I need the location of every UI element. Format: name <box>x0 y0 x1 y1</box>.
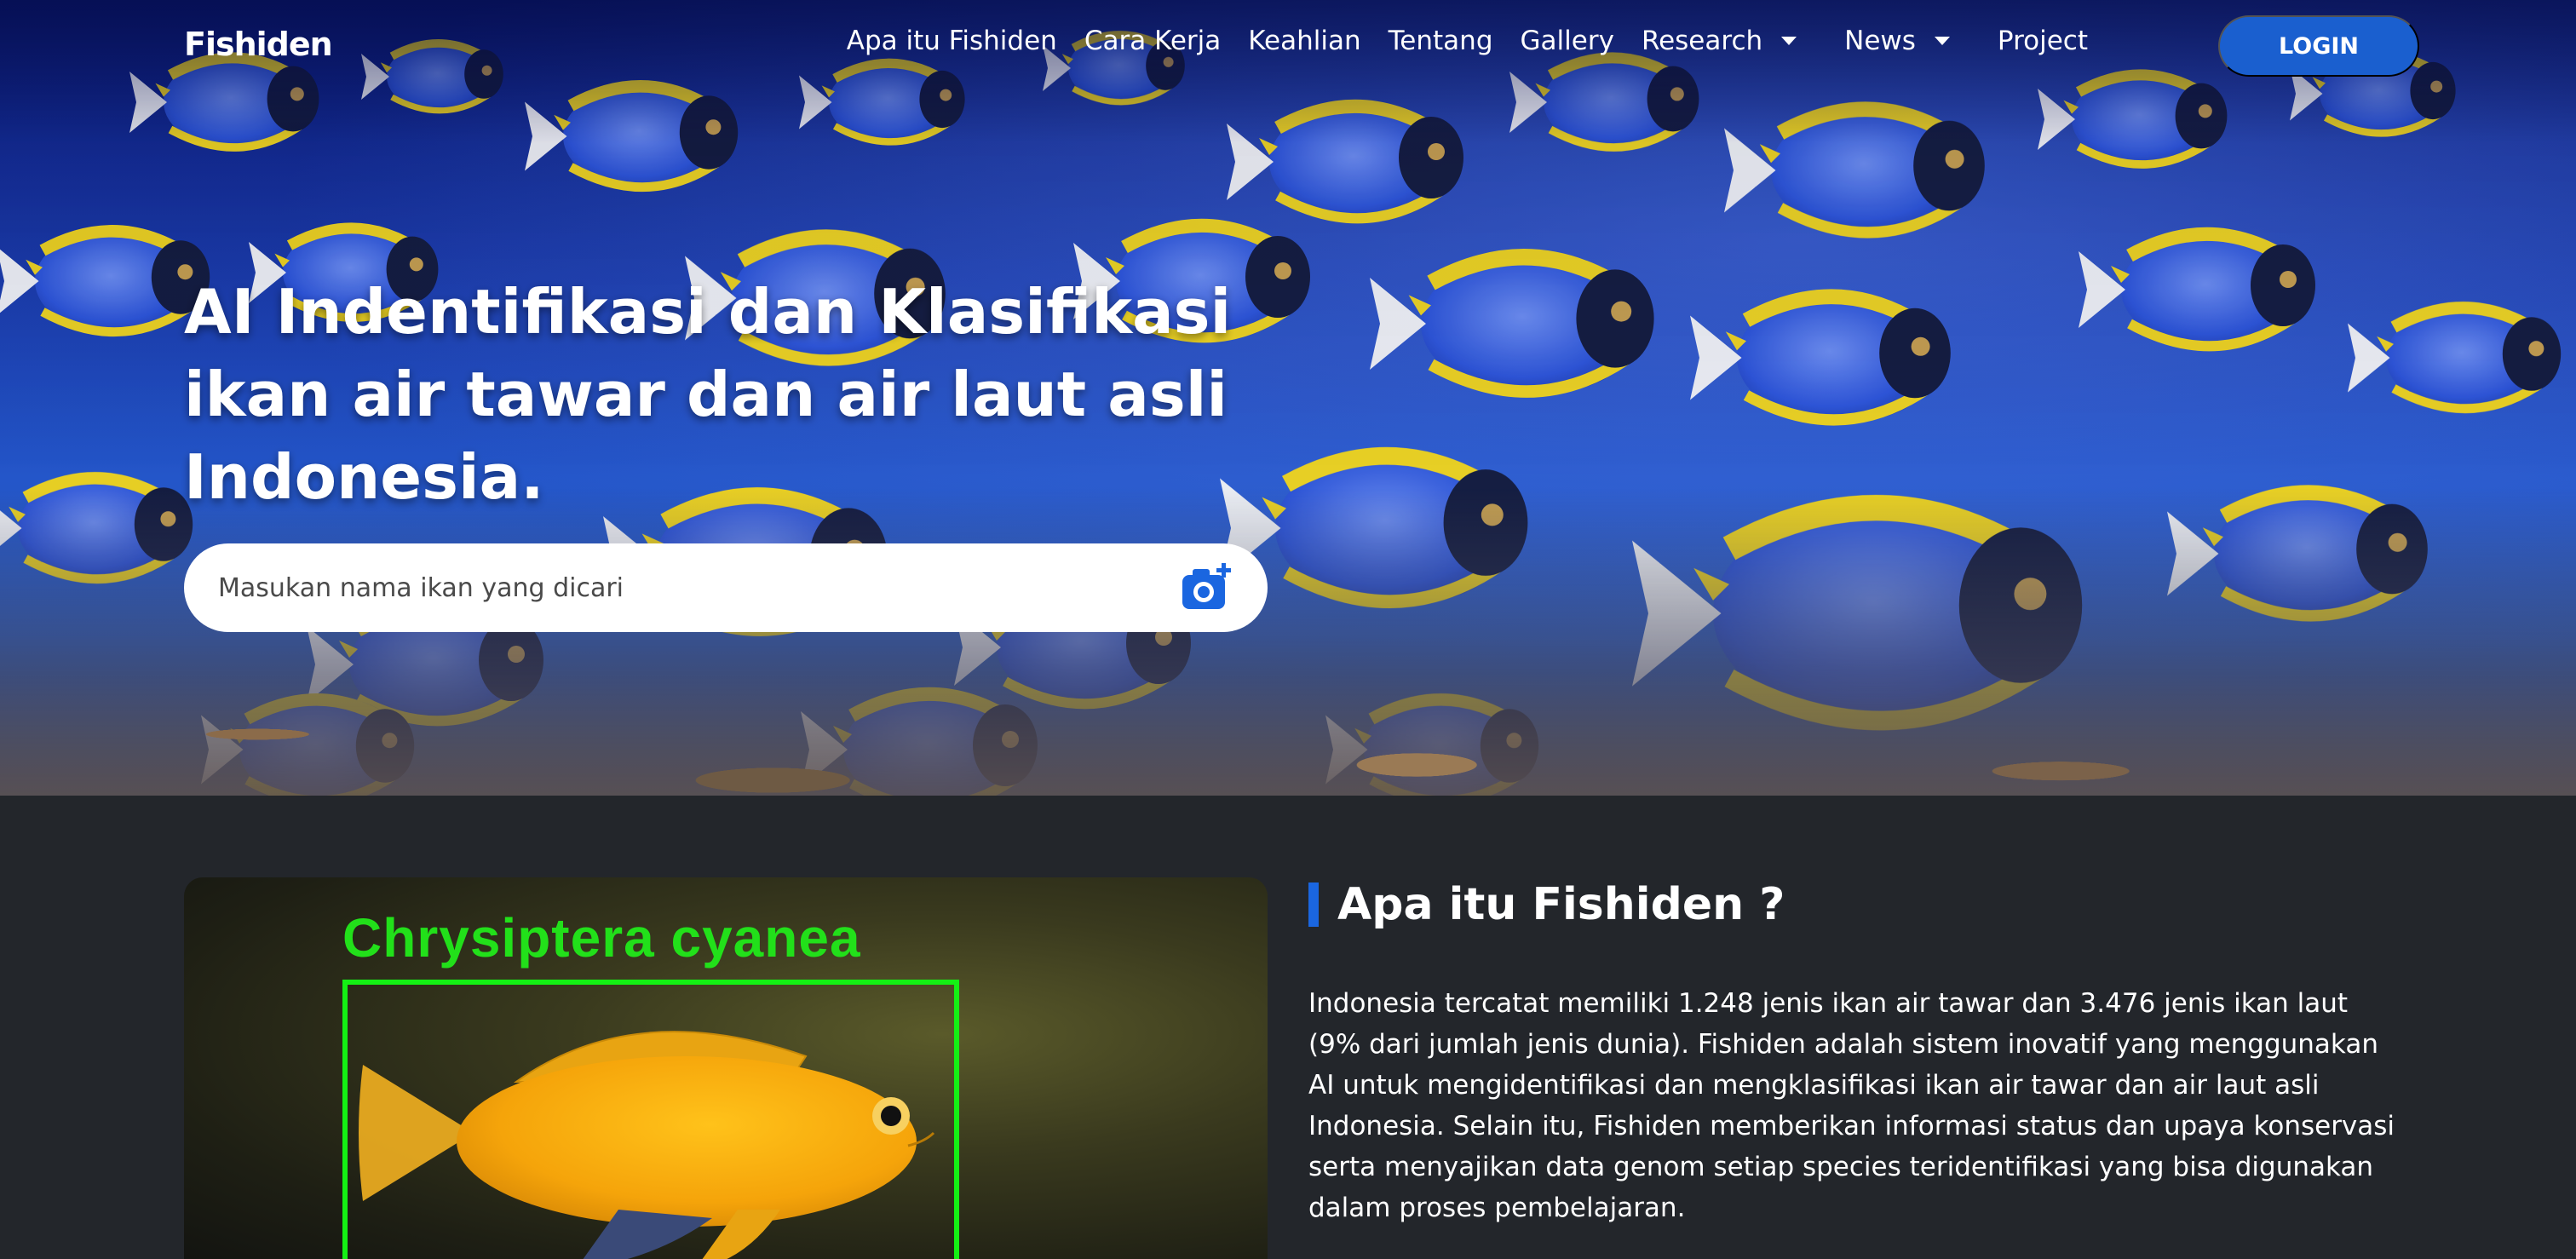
chevron-down-icon <box>1781 37 1797 45</box>
nav-link-tentang[interactable]: Tentang <box>1389 26 1493 56</box>
hero-section: Fishiden Apa itu Fishiden Cara Kerja Kea… <box>0 0 2576 796</box>
brand-logo[interactable]: Fishiden <box>184 26 333 63</box>
fish-detection-image: Chrysiptera cyanea <box>184 877 1268 1259</box>
nav-link-apa-itu-fishiden[interactable]: Apa itu Fishiden <box>847 26 1057 56</box>
nav-link-cara-kerja[interactable]: Cara Kerja <box>1084 26 1221 56</box>
about-section: Chrysiptera cyanea Apa itu Fishiden ? In… <box>0 796 2576 1259</box>
nav-dropdown-label: News <box>1844 26 1916 56</box>
top-navbar: Fishiden Apa itu Fishiden Cara Kerja Kea… <box>0 0 2576 92</box>
camera-add-icon[interactable] <box>1181 561 1233 614</box>
login-button[interactable]: LOGIN <box>2218 15 2419 77</box>
section-description: Indonesia tercatat memiliki 1.248 jenis … <box>1308 988 2395 1223</box>
hero-headline: AI Indentifikasi dan Klasifikasi ikan ai… <box>184 276 1232 513</box>
nav-links: Apa itu Fishiden Cara Kerja Keahlian Ten… <box>847 26 2088 56</box>
species-label: Chrysiptera cyanea <box>342 907 861 969</box>
yellow-fish-illustration <box>359 1031 935 1259</box>
nav-link-gallery[interactable]: Gallery <box>1521 26 1614 56</box>
nav-link-keahlian[interactable]: Keahlian <box>1248 26 1360 56</box>
chevron-down-icon <box>1934 37 1950 45</box>
about-text-block: Apa itu Fishiden ? Indonesia tercatat me… <box>1308 877 2407 1228</box>
nav-dropdown-news[interactable]: News <box>1844 26 1970 56</box>
section-accent-bar <box>1308 882 1319 927</box>
section-title: Apa itu Fishiden ? <box>1337 879 1785 930</box>
search-bar <box>184 543 1268 632</box>
nav-dropdown-label: Research <box>1641 26 1763 56</box>
nav-link-project[interactable]: Project <box>1998 26 2088 56</box>
nav-dropdown-research[interactable]: Research <box>1642 26 1817 56</box>
search-input[interactable] <box>218 572 1181 603</box>
